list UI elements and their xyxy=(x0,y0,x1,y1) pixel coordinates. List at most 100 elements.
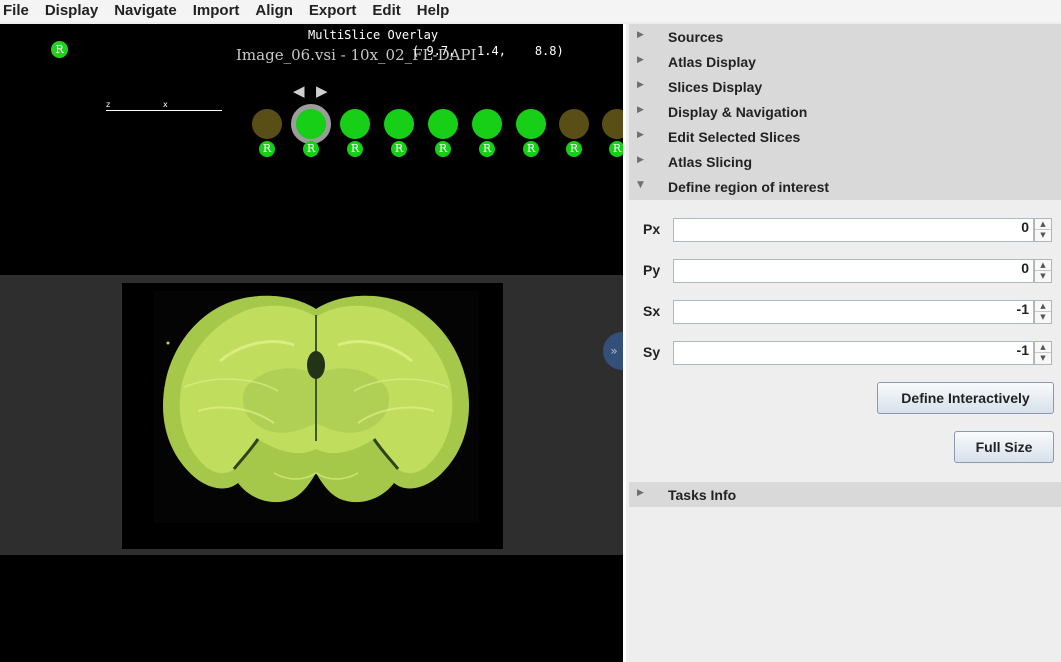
section-atlas-slicing[interactable]: ▶ Atlas Slicing xyxy=(629,149,1061,174)
registration-badge-icon: R xyxy=(523,141,539,157)
expand-arrow-icon: ▶ xyxy=(637,30,644,40)
sy-input[interactable]: -1 xyxy=(673,341,1034,365)
slice-dot xyxy=(252,109,282,139)
collapse-arrow-icon: ▼ xyxy=(637,180,644,190)
brain-section-image[interactable] xyxy=(154,291,479,523)
app-window: File Display Navigate Import Align Expor… xyxy=(0,0,1061,662)
multislice-viewer[interactable]: R MultiSlice Overlay Image_06.vsi - 10x_… xyxy=(0,24,623,662)
section-label: Slices Display xyxy=(668,79,763,95)
py-spinner: ▲ ▼ xyxy=(1034,259,1052,283)
expand-arrow-icon: ▶ xyxy=(637,55,644,65)
scale-bar-x-label: x xyxy=(163,100,168,109)
registration-icon: R xyxy=(51,41,68,58)
section-label: Define region of interest xyxy=(668,179,830,195)
registration-badge-icon: R xyxy=(566,141,582,157)
slice-node-4[interactable]: R xyxy=(383,108,415,160)
px-spinner: ▲ ▼ xyxy=(1034,218,1052,242)
registration-badge-icon: R xyxy=(347,141,363,157)
registration-badge-icon: R xyxy=(391,141,407,157)
registration-badge-icon: R xyxy=(303,141,319,157)
section-define-region-of-interest[interactable]: ▼ Define region of interest xyxy=(629,174,1061,199)
sx-spinner: ▲ ▼ xyxy=(1034,300,1052,324)
sx-label: Sx xyxy=(643,303,661,319)
expand-arrow-icon: ▶ xyxy=(637,488,644,498)
spin-up-icon[interactable]: ▲ xyxy=(1035,301,1051,312)
section-label: Sources xyxy=(668,29,724,45)
section-edit-selected-slices[interactable]: ▶ Edit Selected Slices xyxy=(629,124,1061,149)
expand-arrow-icon: ▶ xyxy=(637,80,644,90)
viewer-title: MultiSlice Overlay xyxy=(308,28,439,42)
registration-badge-icon: R xyxy=(435,141,451,157)
menu-align[interactable]: Align xyxy=(251,0,297,22)
roi-row-sx: Sx -1 ▲ ▼ xyxy=(629,300,1061,326)
py-label: Py xyxy=(643,262,661,278)
spin-down-icon[interactable]: ▼ xyxy=(1035,271,1051,282)
slice-node-1[interactable]: R xyxy=(251,108,283,160)
roi-panel: Px 0 ▲ ▼ Py 0 ▲ ▼ Sx -1 ▲ ▼ Sy -1 ▲ ▼ De… xyxy=(629,202,1061,477)
slice-dot xyxy=(291,104,331,144)
previous-slice-arrow-icon[interactable]: ◀ xyxy=(293,82,305,100)
menu-bar: File Display Navigate Import Align Expor… xyxy=(0,0,1061,22)
px-input[interactable]: 0 xyxy=(673,218,1034,242)
py-input[interactable]: 0 xyxy=(673,259,1034,283)
menu-file[interactable]: File xyxy=(0,0,33,22)
section-list: ▶ Sources ▶ Atlas Display ▶ Slices Displ… xyxy=(629,24,1061,200)
slice-node-9[interactable]: R xyxy=(601,108,623,160)
define-interactively-button[interactable]: Define Interactively xyxy=(877,382,1054,414)
slice-node-7[interactable]: R xyxy=(515,108,547,160)
menu-help[interactable]: Help xyxy=(413,0,454,22)
slice-dot xyxy=(602,109,623,139)
menu-import[interactable]: Import xyxy=(189,0,244,22)
section-label: Display & Navigation xyxy=(668,104,808,120)
registration-badge-icon: R xyxy=(609,141,623,157)
slice-node-5[interactable]: R xyxy=(427,108,459,160)
menu-export[interactable]: Export xyxy=(305,0,361,22)
slice-dot xyxy=(428,109,458,139)
spin-up-icon[interactable]: ▲ xyxy=(1035,219,1051,230)
roi-row-sy: Sy -1 ▲ ▼ xyxy=(629,341,1061,367)
section-label: Edit Selected Slices xyxy=(668,129,801,145)
sy-label: Sy xyxy=(643,344,661,360)
sx-input[interactable]: -1 xyxy=(673,300,1034,324)
scale-bar xyxy=(106,110,222,111)
slice-node-6[interactable]: R xyxy=(471,108,503,160)
menu-display[interactable]: Display xyxy=(41,0,102,22)
section-tasks-info[interactable]: ▶ Tasks Info xyxy=(629,482,1061,507)
side-panel: ▶ Sources ▶ Atlas Display ▶ Slices Displ… xyxy=(623,24,1061,662)
slice-dot xyxy=(472,109,502,139)
sy-spinner: ▲ ▼ xyxy=(1034,341,1052,365)
slice-image-frame xyxy=(122,283,503,549)
slice-dot xyxy=(559,109,589,139)
spin-down-icon[interactable]: ▼ xyxy=(1035,353,1051,364)
spin-up-icon[interactable]: ▲ xyxy=(1035,342,1051,353)
px-label: Px xyxy=(643,221,661,237)
section-label: Atlas Display xyxy=(668,54,756,70)
spin-down-icon[interactable]: ▼ xyxy=(1035,230,1051,241)
menu-navigate[interactable]: Navigate xyxy=(110,0,181,22)
registration-badge-icon: R xyxy=(259,141,275,157)
expand-arrow-icon: ▶ xyxy=(637,155,644,165)
full-size-button[interactable]: Full Size xyxy=(954,431,1054,463)
slice-node-3[interactable]: R xyxy=(339,108,371,160)
spin-up-icon[interactable]: ▲ xyxy=(1035,260,1051,271)
scale-bar-z-label: z xyxy=(106,100,111,109)
section-slices-display[interactable]: ▶ Slices Display xyxy=(629,74,1061,99)
roi-row-py: Py 0 ▲ ▼ xyxy=(629,259,1061,285)
menu-edit[interactable]: Edit xyxy=(368,0,404,22)
slice-dot xyxy=(384,109,414,139)
next-slice-arrow-icon[interactable]: ▶ xyxy=(316,82,328,100)
section-label: Atlas Slicing xyxy=(668,154,753,170)
coordinate-readout: ( 9.7, 1.4, 8.8) xyxy=(412,44,564,58)
slice-image-band xyxy=(0,275,623,555)
section-sources[interactable]: ▶ Sources xyxy=(629,24,1061,49)
roi-row-px: Px 0 ▲ ▼ xyxy=(629,218,1061,244)
slice-dot xyxy=(516,109,546,139)
slice-node-8[interactable]: R xyxy=(558,108,590,160)
section-atlas-display[interactable]: ▶ Atlas Display xyxy=(629,49,1061,74)
section-label: Tasks Info xyxy=(668,487,737,503)
section-display-navigation[interactable]: ▶ Display & Navigation xyxy=(629,99,1061,124)
slice-dot xyxy=(340,109,370,139)
expand-arrow-icon: ▶ xyxy=(637,130,644,140)
spin-down-icon[interactable]: ▼ xyxy=(1035,312,1051,323)
slice-node-2[interactable]: R xyxy=(291,104,331,160)
